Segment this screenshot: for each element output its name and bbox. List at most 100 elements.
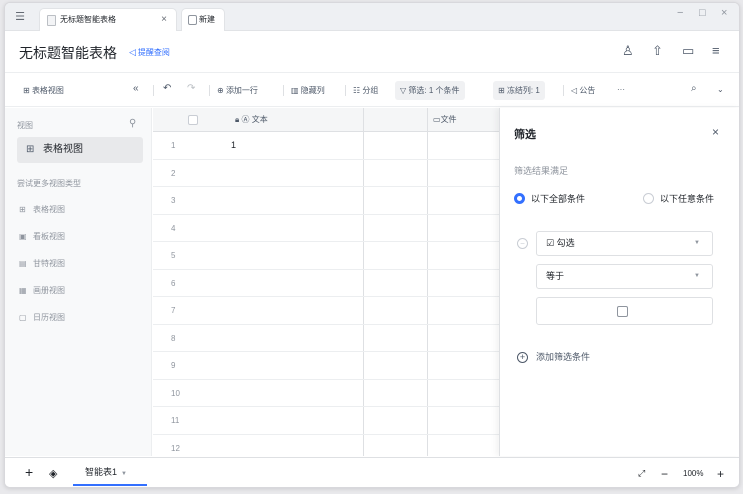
minimize-button[interactable]: − (677, 7, 683, 19)
match-any-radio[interactable]: 以下任意条件 (643, 192, 714, 205)
table-icon: ⊞ (26, 144, 35, 155)
table-row[interactable]: 7 (153, 297, 499, 325)
row-number: 4 (171, 223, 176, 233)
active-view-label: 表格视图 (43, 144, 83, 155)
page-title[interactable]: 无标题智能表格 (19, 43, 117, 63)
filter-field-value: 勾选 (556, 238, 575, 248)
filter-operator-select[interactable]: 等于 ▼ (536, 264, 713, 289)
megaphone-icon: ◁ (129, 47, 136, 57)
hide-columns-button[interactable]: ▥ 隐藏列 (291, 85, 325, 96)
new-tab-label: 新建 (199, 15, 215, 24)
filter-panel: 筛选 × 筛选结果满足 以下全部条件 以下任意条件 − ☑ 勾选 ▼ 等于 ▼ + 添… (499, 108, 739, 456)
remove-condition-icon[interactable]: − (517, 238, 528, 249)
zoom-out-button[interactable]: − (661, 467, 668, 481)
radio-selected-icon (514, 193, 525, 204)
share-icon[interactable]: ⇧ (652, 43, 663, 59)
collapse-sidebar-button[interactable]: « (133, 83, 139, 94)
toolbar-divider (209, 85, 210, 96)
table-row[interactable]: 4 (153, 215, 499, 242)
table-row[interactable]: 8 (153, 325, 499, 352)
add-sheet-button[interactable]: + (25, 464, 33, 480)
row-number: 5 (171, 251, 176, 260)
remind-button[interactable]: ◁ 提醒查阅 (129, 47, 170, 58)
toolbar-divider (345, 85, 346, 96)
add-row-button[interactable]: ⊕ 添加一行 (217, 85, 258, 96)
sidebar-item-kanban[interactable]: ▣ 看板视图 (19, 231, 65, 242)
text-type-icon: Ⓐ (241, 115, 250, 124)
toolbar: ⊞ 表格视图 « ↶ ↷ ⊕ 添加一行 ▥ 隐藏列 ☷ 分组 ▽ 筛选: 1 个… (5, 74, 739, 107)
pin-icon[interactable]: ⚲ (129, 118, 136, 129)
zoom-level: 100% (683, 469, 704, 478)
grid-header: 🔒︎ Ⓐ 文本 ▭文件 (153, 108, 499, 132)
chevron-down-icon[interactable]: ⌄ (717, 85, 724, 94)
search-icon[interactable]: ⌕ (691, 83, 697, 94)
view-sidebar: 视图 ⚲ ⊞ 表格视图 尝试更多视图类型 ⊞ 表格视图 ▣ 看板视图 ▤ 甘特视图 ▦… (5, 108, 152, 456)
tab-new[interactable]: 新建 (181, 8, 225, 31)
plus-circle-icon: + (517, 352, 528, 363)
notice-label: 公告 (579, 86, 596, 95)
freeze-label: 冻结列: 1 (506, 86, 540, 95)
view-selector[interactable]: ⊞ 表格视图 (23, 85, 64, 96)
close-window-button[interactable]: × (721, 7, 727, 19)
table-icon: ⊞ (19, 205, 26, 214)
view-type-label: 看板视图 (33, 232, 65, 241)
row-number: 8 (171, 333, 176, 343)
filter-button[interactable]: ▽ 筛选: 1 个条件 (395, 81, 465, 100)
row-number: 3 (171, 196, 176, 205)
column-header-label: 文件 (440, 115, 457, 124)
table-row[interactable]: 12 (153, 435, 499, 457)
add-collaborator-icon[interactable]: ♙ (622, 43, 634, 59)
column-header-text[interactable]: 🔒︎ Ⓐ 文本 (235, 108, 268, 132)
table-row[interactable]: 2 (153, 160, 499, 187)
select-all-checkbox[interactable] (188, 115, 198, 125)
filter-value-checkbox[interactable] (617, 306, 628, 317)
table-row[interactable]: 9 (153, 352, 499, 380)
add-condition-button[interactable]: + 添加筛选条件 (517, 350, 590, 363)
dropdown-arrow-icon: ▼ (694, 273, 700, 279)
checkbox-type-icon: ☑ (546, 238, 555, 248)
app-window: ☰ 无标题智能表格 × 新建 − □ × 无标题智能表格 ◁ 提醒查阅 ♙ ⇧ ▭… (4, 2, 740, 488)
document-icon (47, 15, 56, 26)
undo-button[interactable]: ↶ (163, 83, 171, 94)
group-button[interactable]: ☷ 分组 (353, 85, 378, 96)
table-row[interactable]: 3 (153, 187, 499, 215)
notice-button[interactable]: ◁ 公告 (571, 85, 595, 96)
tab-close-icon[interactable]: × (161, 9, 167, 31)
table-row[interactable]: 6 (153, 270, 499, 297)
data-grid: 🔒︎ Ⓐ 文本 ▭文件 1 1 2 3 4 5 6 7 8 9 10 11 12 (153, 108, 499, 456)
more-button[interactable]: ··· (617, 85, 625, 94)
table-row[interactable]: 11 (153, 132, 499, 160)
maximize-button[interactable]: □ (699, 7, 706, 19)
sidebar-item-table-view[interactable]: ⊞ 表格视图 (17, 137, 143, 163)
sidebar-item-gallery[interactable]: ▦ 画册视图 (19, 285, 65, 296)
column-header-file[interactable]: ▭文件 (433, 108, 457, 132)
layers-icon[interactable]: ◈ (49, 467, 57, 480)
menu-icon[interactable]: ≡ (712, 43, 720, 58)
gantt-icon: ▤ (19, 259, 27, 268)
sidebar-item-calendar[interactable]: ▢ 日历视图 (19, 312, 65, 323)
comment-icon[interactable]: ▭ (682, 43, 694, 59)
redo-button[interactable]: ↷ (187, 83, 195, 94)
zoom-in-button[interactable]: + (717, 467, 724, 481)
table-row[interactable]: 5 (153, 242, 499, 270)
cell-text[interactable]: 1 (231, 132, 236, 159)
table-row[interactable]: 10 (153, 380, 499, 407)
app-menu-icon[interactable]: ☰ (13, 10, 27, 24)
table-row[interactable]: 11 (153, 407, 499, 435)
sidebar-item-gantt[interactable]: ▤ 甘特视图 (19, 258, 65, 269)
tab-active-document[interactable]: 无标题智能表格 × (39, 8, 177, 31)
match-all-radio[interactable]: 以下全部条件 (514, 192, 585, 205)
sidebar-item-table[interactable]: ⊞ 表格视图 (19, 204, 65, 215)
footer-bar: + ◈ 智能表1 ▼ ⤢ − 100% + (5, 457, 739, 487)
lock-icon: 🔒︎ (235, 115, 240, 124)
close-icon[interactable]: × (712, 125, 719, 139)
row-number: 9 (171, 361, 176, 370)
freeze-columns-button[interactable]: ⊞ 冻结列: 1 (493, 81, 545, 100)
filter-panel-title: 筛选 (514, 129, 536, 141)
sheet-tab[interactable]: 智能表1 ▼ (73, 458, 147, 486)
dropdown-arrow-icon: ▼ (121, 471, 127, 477)
fit-screen-icon[interactable]: ⤢ (638, 468, 645, 479)
filter-field-select[interactable]: ☑ 勾选 ▼ (536, 231, 713, 256)
match-all-label: 以下全部条件 (531, 194, 586, 204)
plus-circle-icon: ⊕ (217, 86, 224, 95)
